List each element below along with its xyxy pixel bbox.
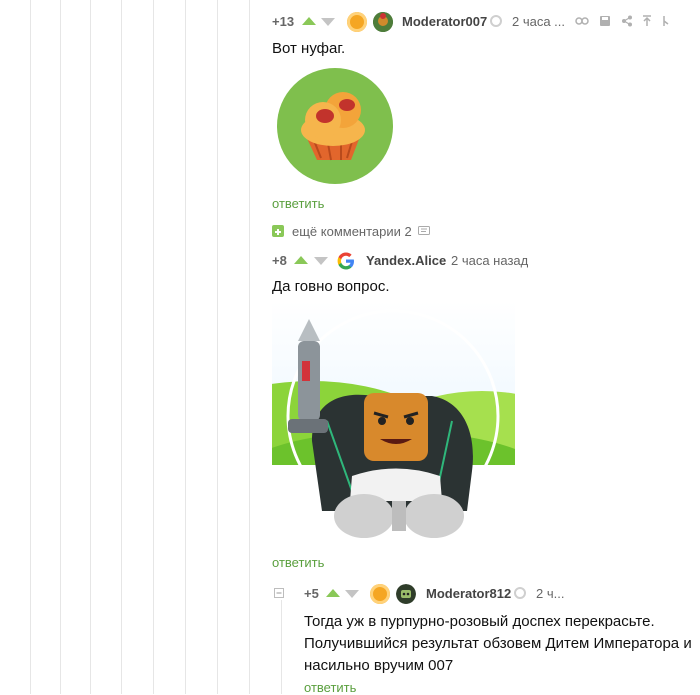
thread-line [121,0,122,694]
share-icon[interactable] [621,15,633,27]
vote-up-button[interactable] [294,256,308,264]
collapse-icon[interactable] [274,588,284,598]
comment-text: Тогда уж в пурпурно-розовый доспех перек… [304,611,692,677]
award-badge-icon[interactable] [347,12,367,32]
link-icon[interactable] [575,16,589,26]
thread-line [185,0,186,694]
loading-icon [490,15,502,27]
reply-link[interactable]: ответить [272,555,324,570]
thread-line [217,0,218,694]
comment-time[interactable]: 2 часа назад [451,253,528,268]
comment-time[interactable]: 2 ч... [536,586,564,601]
username[interactable]: Moderator812 [426,586,511,601]
save-icon[interactable] [599,15,611,27]
vote-up-button[interactable] [326,589,340,597]
reply-link[interactable]: ответить [272,196,324,211]
thread-line [249,0,250,694]
comment-text-line: Получившийся результат обзовем Дитем Имп… [304,635,692,652]
pin-icon[interactable] [642,15,652,27]
vote-up-button[interactable] [302,17,316,25]
vote-down-button[interactable] [314,257,328,265]
avatar[interactable] [373,12,393,32]
more-comments-label[interactable]: ещё комментарии 2 [292,224,412,239]
thread-line [60,0,61,694]
avatar[interactable] [396,584,416,604]
reply-link[interactable]: ответить [304,680,356,695]
thread-line [153,0,154,694]
comment-rating: +8 [272,253,287,268]
comment-time[interactable]: 2 часа ... [512,14,565,29]
vote-down-button[interactable] [321,18,335,26]
username[interactable]: Yandex.Alice [366,253,446,268]
loading-icon [514,587,526,599]
reply-arrow-icon[interactable] [662,15,670,27]
comment-text: Вот нуфаг. [272,40,346,57]
muffin-image[interactable] [277,68,393,184]
more-comments-icon [418,226,430,235]
thread-line [281,600,282,694]
google-icon[interactable] [335,250,357,272]
warrior-image[interactable] [272,301,515,545]
award-badge-icon[interactable] [370,584,390,604]
comment-text: Да говно вопрос. [272,278,390,295]
comment-text-line: Тогда уж в пурпурно-розовый доспех перек… [304,613,655,630]
comment-rating: +13 [272,14,295,29]
thread-line [90,0,91,694]
comment-rating: +5 [304,586,319,601]
comment-text-line: насильно вручим 007 [304,657,454,674]
expand-icon[interactable] [272,225,284,237]
thread-line [30,0,31,694]
vote-down-button[interactable] [345,590,359,598]
username[interactable]: Moderator007 [402,14,487,29]
